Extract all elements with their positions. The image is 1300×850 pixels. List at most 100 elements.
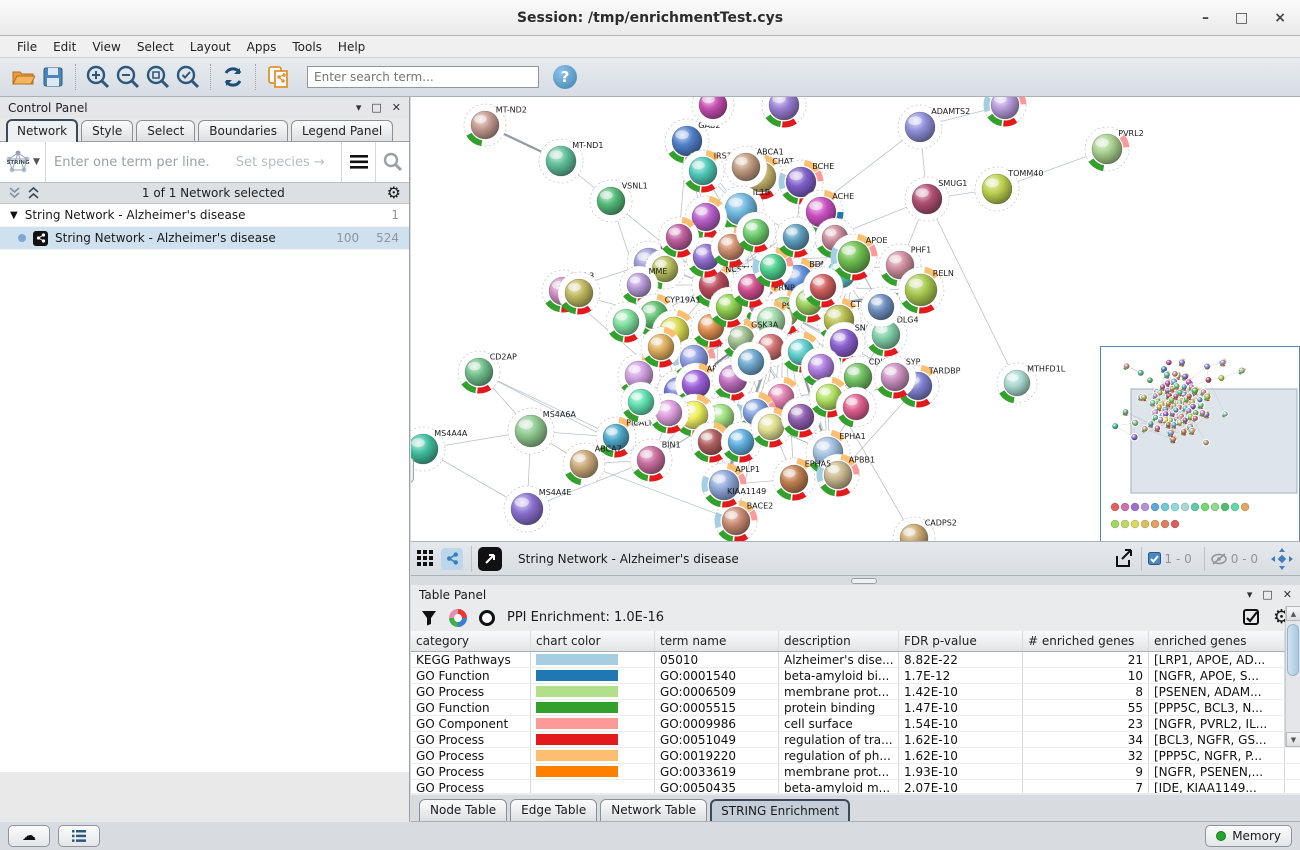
network-node[interactable] — [1137, 369, 1145, 377]
network-node[interactable]: ADAMTS2 — [898, 105, 970, 149]
panel-menu-icon[interactable]: ▾ — [1247, 588, 1253, 601]
network-node[interactable]: IRS1 — [682, 150, 732, 192]
network-node[interactable] — [762, 97, 806, 127]
menu-select[interactable]: Select — [130, 38, 181, 56]
table-row[interactable]: GO ProcessGO:0050435beta-amyloid m...2.0… — [411, 780, 1300, 793]
network-node[interactable] — [1238, 367, 1246, 375]
menu-help[interactable]: Help — [331, 38, 372, 56]
column-header-description[interactable]: description — [779, 631, 899, 651]
minimize-button[interactable]: – — [1202, 10, 1209, 26]
save-session-button[interactable] — [38, 62, 68, 92]
network-node[interactable] — [1130, 433, 1139, 442]
remove-chart-icon[interactable] — [479, 610, 495, 626]
zoom-in-button[interactable] — [83, 62, 113, 92]
network-node[interactable]: ABCA7 — [563, 443, 622, 485]
menu-layout[interactable]: Layout — [183, 38, 238, 56]
network-node[interactable] — [1159, 383, 1166, 390]
network-node[interactable] — [1186, 392, 1193, 399]
network-node[interactable]: CADPS2 — [893, 517, 957, 542]
string-options-button[interactable] — [341, 142, 375, 182]
filter-icon[interactable] — [421, 610, 437, 626]
table-row[interactable]: GO ProcessGO:0019220regulation of ph...1… — [411, 748, 1300, 764]
expand-all-icon[interactable] — [27, 186, 40, 200]
network-node[interactable]: MS4A4E — [504, 486, 571, 532]
network-node[interactable] — [1192, 415, 1199, 422]
open-file-button[interactable] — [8, 62, 38, 92]
network-node[interactable] — [1191, 386, 1200, 395]
table-row[interactable]: GO ComponentGO:0009986cell surface1.54E-… — [411, 716, 1300, 732]
string-search-button[interactable] — [375, 142, 409, 182]
network-node[interactable]: SMUG1 — [905, 177, 967, 221]
table-row[interactable]: GO FunctionGO:0001540beta-amyloid bi...1… — [411, 668, 1300, 684]
network-node[interactable] — [641, 327, 681, 367]
gear-icon[interactable]: ⚙ — [387, 185, 401, 201]
tab-style[interactable]: Style — [81, 120, 133, 141]
collection-row[interactable]: ▼ String Network - Alzheimer's disease 1 — [0, 204, 409, 227]
network-node[interactable]: KIAA1149 — [727, 487, 766, 496]
enrichment-table[interactable]: categorychart colorterm namedescriptionF… — [411, 631, 1300, 793]
export-network-button[interactable] — [1113, 548, 1135, 570]
network-node[interactable] — [803, 267, 843, 307]
network-node[interactable] — [836, 387, 876, 427]
network-node[interactable] — [1152, 414, 1159, 421]
network-node[interactable] — [1203, 392, 1212, 401]
network-node[interactable] — [1146, 376, 1154, 384]
network-node[interactable]: PVRL2 — [1085, 127, 1144, 171]
network-node[interactable] — [1204, 376, 1212, 384]
panel-float-icon[interactable]: □ — [371, 101, 381, 114]
enrichment-chart-icon[interactable] — [449, 609, 467, 627]
network-node[interactable] — [1140, 393, 1148, 401]
network-node[interactable] — [1123, 362, 1131, 370]
network-node[interactable]: RELN — [898, 267, 954, 313]
network-node[interactable] — [1173, 382, 1180, 389]
network-node[interactable] — [1165, 359, 1173, 367]
column-header-FDR-p-value[interactable]: FDR p-value — [899, 631, 1023, 651]
network-node[interactable] — [1156, 404, 1163, 411]
table-row[interactable]: GO FunctionGO:0005515protein binding1.47… — [411, 700, 1300, 716]
network-node[interactable] — [984, 97, 1026, 126]
network-node[interactable] — [1180, 428, 1188, 436]
tab-string-enrichment[interactable]: STRING Enrichment — [710, 799, 850, 821]
network-node[interactable] — [1196, 396, 1203, 403]
help-button[interactable]: ? — [553, 65, 577, 89]
cloud-tasks-button[interactable]: ☁ — [8, 825, 50, 847]
column-header-category[interactable]: category — [411, 631, 531, 651]
table-row[interactable]: GO ProcessGO:0051049regulation of tra...… — [411, 732, 1300, 748]
menu-file[interactable]: File — [10, 38, 44, 56]
network-node[interactable]: VSNL1 — [590, 180, 648, 222]
panel-close-icon[interactable]: ✕ — [1283, 588, 1292, 601]
network-node[interactable] — [1219, 359, 1227, 367]
menu-tools[interactable]: Tools — [285, 38, 329, 56]
menu-apps[interactable]: Apps — [240, 38, 284, 56]
network-node[interactable] — [1203, 362, 1211, 370]
network-node[interactable] — [861, 287, 901, 327]
birdseye-overview[interactable] — [1100, 346, 1300, 542]
table-row[interactable]: GO ProcessGO:0006509membrane prot...1.42… — [411, 684, 1300, 700]
network-node[interactable] — [659, 217, 699, 257]
zoom-fit-button[interactable] — [143, 62, 173, 92]
network-node[interactable] — [1188, 427, 1196, 435]
panel-splitter-handle[interactable] — [411, 457, 414, 483]
column-header--enriched-genes[interactable]: # enriched genes — [1023, 631, 1149, 651]
network-node[interactable] — [1172, 406, 1179, 413]
pan-navigate-icon[interactable] — [1270, 547, 1294, 571]
network-node[interactable] — [736, 212, 776, 252]
network-node[interactable]: MS4A6A — [508, 408, 576, 454]
network-node[interactable]: MT-ND1 — [539, 139, 603, 183]
tab-network-table[interactable]: Network Table — [600, 799, 707, 821]
search-input[interactable] — [307, 66, 539, 88]
string-term-input[interactable]: Enter one term per line. Set species → — [46, 155, 341, 170]
network-node[interactable] — [621, 382, 661, 422]
network-node[interactable] — [1141, 425, 1149, 433]
network-node[interactable] — [1147, 420, 1154, 427]
tab-boundaries[interactable]: Boundaries — [198, 120, 288, 141]
string-search-provider[interactable]: STRING ▼ — [0, 142, 46, 182]
maximize-button[interactable]: □ — [1235, 10, 1248, 26]
network-node[interactable] — [1167, 429, 1175, 437]
network-node[interactable] — [1111, 422, 1119, 430]
network-node[interactable] — [1202, 439, 1210, 447]
grid-view-icon[interactable] — [417, 550, 435, 568]
network-node[interactable] — [1154, 424, 1162, 432]
network-node[interactable] — [1122, 408, 1130, 416]
collapse-all-icon[interactable] — [8, 186, 21, 200]
